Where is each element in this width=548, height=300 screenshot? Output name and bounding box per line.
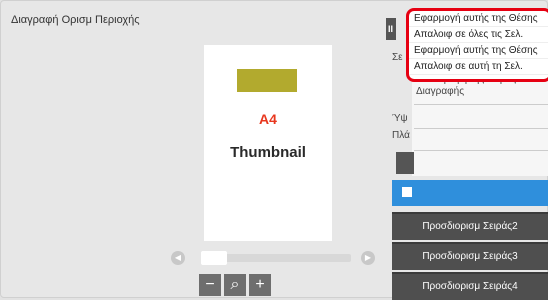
panel-fragment-sigma: Σε	[392, 52, 403, 63]
thumbnail-label: Thumbnail	[230, 144, 306, 161]
menu-item-apply-position-all[interactable]: Εφαρμογή αυτής της Θέσης	[409, 11, 548, 27]
window-title: Διαγραφή Ορισμ Περιοχής	[11, 14, 140, 26]
menu-item-erase-this-page[interactable]: Απαλοιφ σε αυτή τη Σελ.	[409, 59, 548, 75]
apply-scope-menu: Εφαρμογή αυτής της Θέσης Απαλοιφ σε όλες…	[406, 8, 548, 82]
scroll-right-icon[interactable]: ▶	[361, 251, 375, 265]
sequence-button-2[interactable]: Προσδιορισμ Σειράς2	[392, 212, 548, 240]
scroll-left-icon[interactable]: ◀	[171, 251, 185, 265]
zoom-in-button[interactable]: +	[249, 274, 271, 296]
divider	[414, 104, 548, 105]
sequence-button-4[interactable]: Προσδιορισμ Σειράς4	[392, 272, 548, 300]
panel-tab-label: II	[388, 24, 394, 34]
panel-dark-control[interactable]	[396, 152, 414, 174]
menu-item-erase-all-pages[interactable]: Απαλοιφ σε όλες τις Σελ.	[409, 27, 548, 43]
panel-fragment-pla: Πλά	[392, 130, 410, 141]
divider	[414, 128, 548, 129]
horizontal-scrollbar[interactable]: ◀ ▶	[171, 251, 375, 265]
scroll-track[interactable]	[201, 251, 351, 265]
magnifier-icon[interactable]: ⌕	[224, 274, 246, 296]
panel-fragment-upsilon: Ύψ	[392, 113, 408, 124]
paper-size-label: A4	[259, 111, 277, 127]
erase-area-marker	[237, 69, 297, 92]
document-icon	[402, 187, 412, 197]
page-thumbnail[interactable]: A4 Thumbnail	[204, 45, 332, 241]
divider	[414, 150, 548, 151]
zoom-out-button[interactable]: −	[199, 274, 221, 296]
scroll-thumb[interactable]	[201, 251, 227, 265]
zoom-toolbar: − ⌕ +	[199, 274, 273, 296]
menu-item-apply-position-this[interactable]: Εφαρμογή αυτής της Θέσης	[409, 43, 548, 59]
sequence-button-3[interactable]: Προσδιορισμ Σειράς3	[392, 242, 548, 270]
sequence-selected-row[interactable]	[392, 180, 548, 206]
